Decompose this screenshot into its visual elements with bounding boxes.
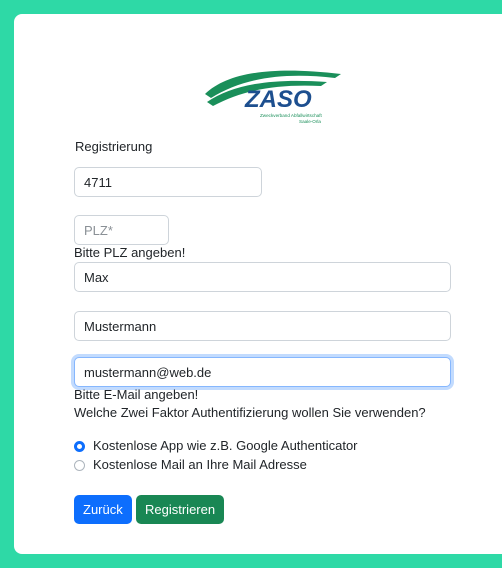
customer-number-input[interactable] — [74, 167, 262, 197]
radio-app[interactable] — [74, 440, 85, 452]
twofa-option-mail[interactable]: Kostenlose Mail an Ihre Mail Adresse — [74, 457, 307, 473]
logo-name: ZASO — [244, 86, 312, 113]
back-button[interactable]: Zurück — [74, 495, 132, 524]
form-heading: Registrierung — [75, 139, 153, 154]
plz-error: Bitte PLZ angeben! — [74, 245, 186, 260]
register-button[interactable]: Registrieren — [136, 495, 225, 524]
email-input[interactable] — [74, 357, 451, 387]
first-name-input[interactable] — [74, 262, 451, 292]
logo-tagline-2: Saale-Orla — [299, 119, 321, 124]
email-error: Bitte E-Mail angeben! — [74, 387, 199, 402]
logo-tagline-1: Zweckverband Abfallwirtschaft — [260, 113, 323, 118]
zaso-logo: ZASO Zweckverband Abfallwirtschaft Saale… — [205, 70, 341, 124]
twofa-option-app-label: Kostenlose App wie z.B. Google Authentic… — [93, 438, 358, 453]
plz-input[interactable] — [74, 215, 169, 245]
twofa-option-mail-label: Kostenlose Mail an Ihre Mail Adresse — [93, 457, 307, 472]
twofa-option-app[interactable]: Kostenlose App wie z.B. Google Authentic… — [74, 438, 358, 454]
radio-mail[interactable] — [74, 459, 85, 471]
twofa-question: Welche Zwei Faktor Authentifizierung wol… — [74, 405, 426, 420]
last-name-input[interactable] — [74, 311, 451, 341]
